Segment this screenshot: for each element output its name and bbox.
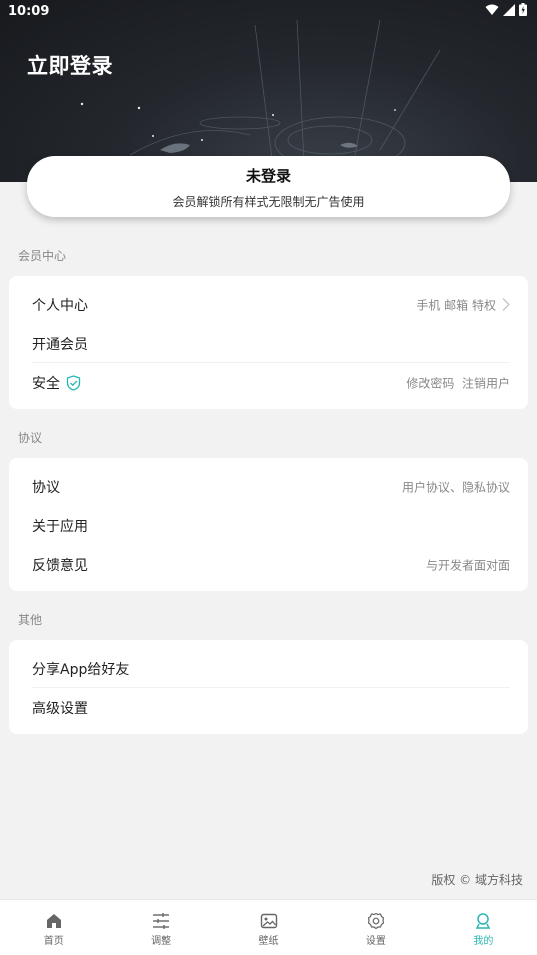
battery-icon: [519, 3, 527, 16]
row-about-app[interactable]: 关于应用: [9, 506, 528, 545]
section-title-agreement: 协议: [18, 431, 43, 445]
wifi-icon: [485, 4, 499, 15]
member-status: 未登录: [245, 167, 291, 185]
row-label: 开通会员: [32, 336, 88, 353]
row-security[interactable]: 安全 修改密码 注销用户: [9, 363, 528, 402]
row-label: 反馈意见: [32, 557, 88, 574]
nav-item-settings[interactable]: 设置: [322, 900, 429, 955]
other-card: 分享App给好友 高级设置: [9, 640, 528, 734]
globe-decoration: [80, 19, 441, 182]
row-advanced-settings[interactable]: 高级设置: [9, 688, 528, 727]
login-button[interactable]: 立即登录: [27, 50, 113, 80]
row-label: 分享App给好友: [32, 661, 130, 678]
status-time: 10:09: [8, 4, 50, 19]
header-banner: 10:09 立即登录: [0, 0, 537, 182]
section-title-other: 其他: [18, 613, 43, 627]
nav-label: 首页: [43, 936, 64, 947]
row-label: 高级设置: [32, 700, 88, 717]
nav-item-mine[interactable]: 我的: [430, 900, 537, 955]
row-label: 个人中心: [32, 297, 88, 314]
nav-item-adjust[interactable]: 调整: [107, 900, 214, 955]
user-icon: [476, 913, 491, 929]
row-label: 安全: [32, 373, 81, 393]
home-icon: [46, 914, 61, 928]
member-card[interactable]: 未登录 会员解锁所有样式无限制无广告使用: [27, 156, 510, 217]
member-description: 会员解锁所有样式无限制无广告使用: [172, 195, 365, 209]
row-feedback[interactable]: 反馈意见 与开发者面对面: [9, 545, 528, 584]
nav-item-home[interactable]: 首页: [0, 900, 107, 955]
nav-label: 壁纸: [258, 936, 279, 947]
gear-icon: [367, 912, 385, 930]
shield-check-icon: [66, 374, 81, 391]
copyright-text: 版权 © 域方科技: [431, 873, 523, 887]
row-extra: 修改密码 注销用户: [406, 376, 510, 390]
bottom-nav: 首页 调整 壁纸 设置 我的: [0, 899, 537, 955]
row-agreement[interactable]: 协议 用户协议、隐私协议: [9, 467, 528, 506]
nav-label: 我的: [473, 936, 494, 947]
row-label: 协议: [32, 479, 60, 496]
row-extra: 手机 邮箱 特权: [416, 296, 510, 313]
nav-label: 设置: [365, 936, 386, 947]
status-icons: [485, 3, 527, 16]
row-open-membership[interactable]: 开通会员: [9, 324, 528, 363]
row-label: 关于应用: [32, 518, 88, 535]
image-icon: [260, 913, 277, 929]
member-center-card: 个人中心 手机 邮箱 特权 开通会员 安全 修改密码 注销用户: [9, 276, 528, 409]
signal-icon: [503, 3, 515, 16]
row-label-text: 安全: [32, 375, 60, 392]
sliders-icon: [153, 913, 170, 929]
chevron-right-icon: [502, 298, 510, 311]
section-title-member: 会员中心: [18, 249, 67, 263]
agreement-card: 协议 用户协议、隐私协议 关于应用 反馈意见 与开发者面对面: [9, 458, 528, 591]
row-share-app[interactable]: 分享App给好友: [9, 649, 528, 688]
row-extra: 与开发者面对面: [425, 558, 510, 572]
row-personal-center[interactable]: 个人中心 手机 邮箱 特权: [9, 285, 528, 324]
nav-label: 调整: [151, 936, 172, 947]
row-extra: 用户协议、隐私协议: [401, 480, 510, 494]
status-bar: 10:09: [0, 0, 537, 24]
row-extra-text: 手机 邮箱 特权: [416, 298, 496, 312]
nav-item-wallpaper[interactable]: 壁纸: [215, 900, 322, 955]
